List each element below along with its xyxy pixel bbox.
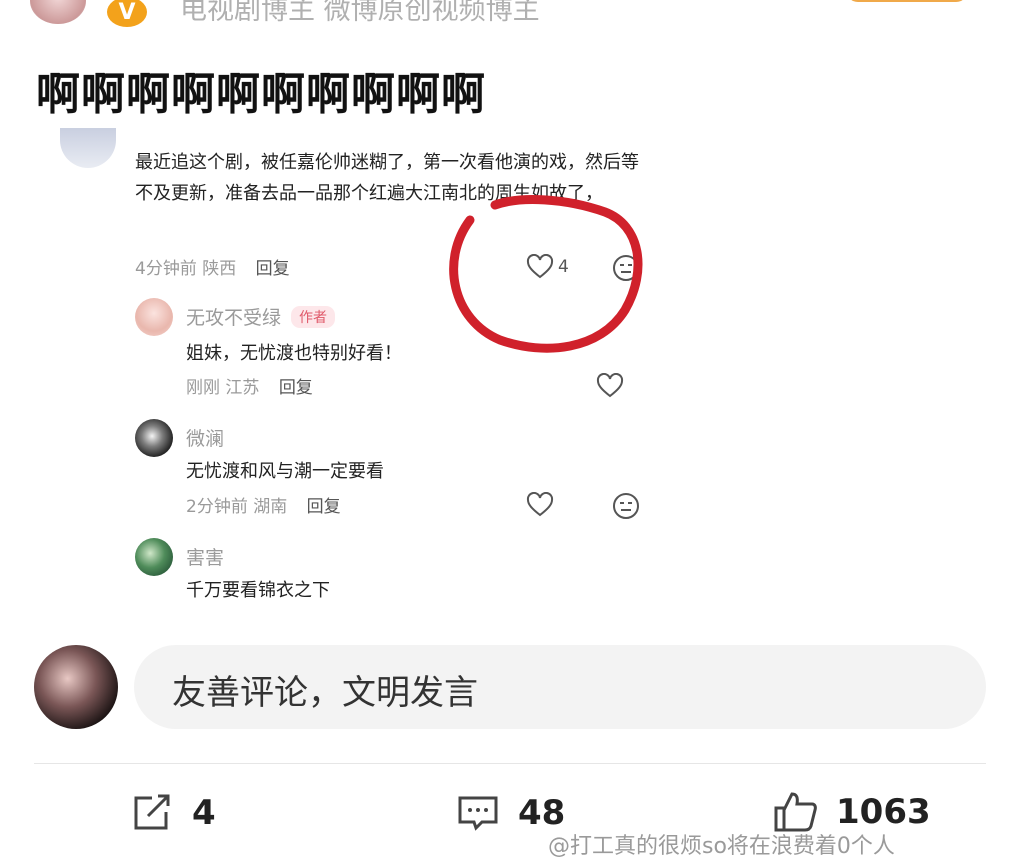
reply-text: 无忧渡和风与潮一定要看 xyxy=(186,461,384,482)
comment-location: 陕西 xyxy=(202,259,237,279)
reply-button[interactable]: 回复 xyxy=(279,378,313,398)
comment-meta: 4分钟前 陕西 回复 xyxy=(135,254,290,279)
comment-like-button[interactable]: 4 xyxy=(526,254,569,280)
like-count: 1063 xyxy=(836,792,931,832)
commenter-avatar[interactable] xyxy=(60,128,116,168)
share-count: 4 xyxy=(192,793,216,833)
heart-icon xyxy=(526,254,554,279)
comment-like-count: 4 xyxy=(558,257,569,277)
post-title: 啊啊啊啊啊啊啊啊啊啊 xyxy=(36,69,486,120)
reply-like-button[interactable] xyxy=(596,373,624,399)
reply-button[interactable]: 回复 xyxy=(307,497,341,517)
comment-time: 4分钟前 xyxy=(135,259,197,279)
reply-username[interactable]: 无攻不受绿 作者 xyxy=(186,303,336,330)
comment-icon xyxy=(458,796,498,831)
divider xyxy=(34,763,986,764)
face-icon xyxy=(613,255,639,281)
reply-text: 姐妹，无忧渡也特别好看！ xyxy=(186,343,402,364)
comment-text: 最近追这个剧，被任嘉伦帅迷糊了，第一次看他演的戏，然后等不及更新，准备去品一品那… xyxy=(135,152,639,204)
reply-like-button[interactable] xyxy=(526,492,554,518)
reply-meta: 刚刚 江苏 回复 xyxy=(186,373,313,398)
comment-more-button[interactable] xyxy=(612,254,640,282)
reply-more-button[interactable] xyxy=(612,492,640,520)
reply-button[interactable]: 回复 xyxy=(256,259,290,279)
comment-input-placeholder: 友善评论，文明发言 xyxy=(172,673,478,713)
reply-username[interactable]: 微澜 xyxy=(186,424,224,451)
author-tag: 作者 xyxy=(291,306,336,328)
face-icon xyxy=(613,493,639,519)
reply-location: 江苏 xyxy=(225,378,260,398)
reply-location: 湖南 xyxy=(253,497,288,517)
weibo-watermark: @打工真的很烦so将在浪费着0个人 xyxy=(548,834,895,859)
reply-username-text: 无攻不受绿 xyxy=(186,307,282,329)
blogger-avatar[interactable] xyxy=(30,0,86,24)
heart-icon xyxy=(526,492,554,517)
comment-count: 48 xyxy=(518,793,566,833)
comment-input[interactable]: 友善评论，文明发言 xyxy=(134,645,986,729)
heart-icon xyxy=(596,373,624,398)
share-icon xyxy=(134,794,170,830)
reply-avatar[interactable] xyxy=(135,538,173,576)
reply-avatar[interactable] xyxy=(135,298,173,336)
reply-username[interactable]: 害害 xyxy=(186,543,224,570)
share-button[interactable]: 4 xyxy=(130,792,216,834)
reply-time: 刚刚 xyxy=(186,378,220,398)
blogger-subtitle: 电视剧博主 微博原创视频博主 xyxy=(180,0,540,26)
reply-avatar[interactable] xyxy=(135,419,173,457)
verified-badge-icon: V xyxy=(104,0,150,30)
reply-time: 2分钟前 xyxy=(186,497,248,517)
reply-meta: 2分钟前 湖南 回复 xyxy=(186,492,341,517)
follow-button[interactable] xyxy=(846,0,968,2)
my-avatar[interactable] xyxy=(34,645,118,729)
reply-text: 千万要看锦衣之下 xyxy=(186,580,330,601)
